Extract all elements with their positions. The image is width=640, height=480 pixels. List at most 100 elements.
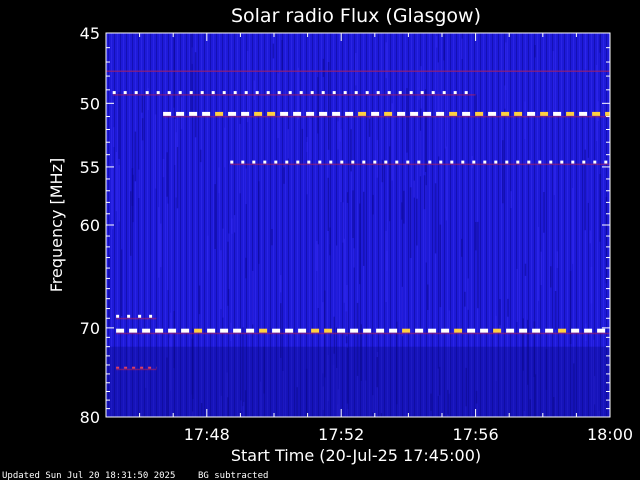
noise-streak (409, 187, 412, 258)
noise-streak (420, 66, 422, 109)
band-segment (553, 111, 562, 116)
x-axis-title: Start Time (20-Jul-25 17:45:00) (231, 446, 481, 465)
band-segment (155, 328, 164, 333)
band-segment (387, 91, 391, 95)
noise-streak (389, 146, 391, 222)
noise-streak (245, 168, 247, 205)
noise-streak (346, 284, 348, 337)
band-halo (116, 368, 157, 371)
band-segment (319, 111, 328, 116)
noise-streak (381, 159, 384, 183)
noise-streak (271, 229, 273, 246)
noise-streak (599, 35, 601, 53)
band-segment (134, 91, 138, 95)
band-segment (582, 160, 586, 164)
noise-streak (502, 140, 504, 204)
noise-streak (477, 221, 479, 309)
band-segment (354, 91, 358, 95)
noise-streak (112, 127, 115, 147)
noise-streak (218, 167, 220, 194)
band-segment (365, 91, 369, 95)
band-segment (310, 91, 314, 95)
y-tick-label: 50 (80, 94, 100, 113)
band-segment (480, 328, 489, 333)
band-segment (467, 328, 476, 333)
noise-streak (130, 191, 132, 256)
noise-streak (510, 191, 512, 209)
noise-streak (279, 275, 282, 293)
noise-streak (245, 257, 247, 279)
noise-streak (435, 36, 438, 48)
band-segment (410, 111, 419, 116)
noise-streak (316, 241, 318, 271)
band-segment (140, 366, 144, 369)
band-segment (163, 111, 172, 116)
noise-streak (340, 129, 342, 202)
noise-streak (439, 224, 442, 308)
band-segment (246, 328, 255, 333)
noise-streak (346, 192, 349, 203)
band-segment (211, 91, 215, 95)
noise-streak (281, 40, 283, 71)
band-segment (202, 111, 211, 116)
band-segment (597, 328, 606, 333)
noise-streak (427, 284, 429, 310)
band-segment (142, 328, 151, 333)
noise-streak (199, 149, 202, 163)
noise-streak (413, 180, 415, 198)
noise-streak (444, 93, 447, 149)
noise-streak (115, 152, 118, 212)
low-freq-region (106, 346, 610, 417)
band-segment (514, 111, 523, 116)
band-segment (402, 328, 411, 333)
band-segment (149, 314, 153, 318)
noise-streak (537, 226, 540, 301)
band-segment (343, 91, 347, 95)
y-tick-label: 45 (80, 24, 100, 43)
noise-streak (385, 42, 387, 79)
noise-streak (416, 198, 418, 246)
chart: 17:48 17:52 17:56 18:00 45 50 55 60 70 80 Solar … (2, 5, 633, 480)
band-segment (296, 160, 300, 164)
band-segment (527, 160, 531, 164)
noise-streak (464, 291, 466, 307)
band-segment (129, 328, 138, 333)
band-segment (277, 91, 281, 95)
band-segment (124, 366, 128, 369)
band-segment (362, 160, 366, 164)
noise-streak (141, 95, 143, 113)
band-segment (579, 111, 588, 116)
band-segment (464, 91, 468, 95)
noise-streak (425, 185, 427, 263)
noise-streak (445, 146, 448, 221)
band-segment (285, 328, 294, 333)
noise-streak (222, 228, 224, 318)
band-segment (340, 160, 344, 164)
band-segment (538, 160, 542, 164)
band-segment (138, 314, 142, 318)
noise-streak (524, 101, 526, 139)
band-segment (506, 328, 515, 333)
noise-streak (590, 266, 593, 304)
band-segment (516, 160, 520, 164)
noise-streak (335, 245, 338, 328)
noise-streak (419, 130, 422, 177)
faint-band (106, 70, 610, 72)
band-segment (441, 328, 450, 333)
band-segment (345, 111, 354, 116)
band-segment (145, 91, 149, 95)
noise-streak (220, 250, 222, 310)
noise-streak (120, 249, 123, 316)
noise-streak (230, 322, 232, 342)
noise-streak (317, 77, 319, 134)
band-segment (483, 160, 487, 164)
band-segment (222, 91, 226, 95)
band-segment (254, 111, 263, 116)
band-segment (116, 366, 120, 369)
noise-streak (372, 194, 374, 215)
noise-streak (505, 42, 507, 90)
band-segment (329, 160, 333, 164)
band-segment (280, 111, 289, 116)
band-segment (454, 328, 463, 333)
x-tick-label: 17:48 (184, 425, 230, 444)
